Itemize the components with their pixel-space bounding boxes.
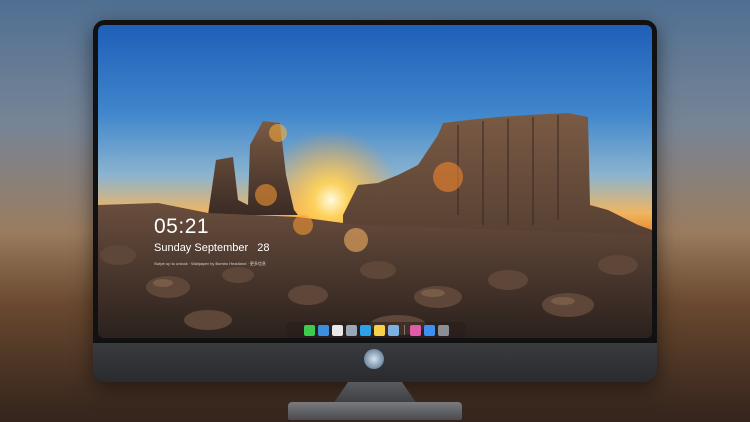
safari-icon[interactable] <box>331 324 343 336</box>
camera-icon[interactable] <box>437 324 449 336</box>
itunes-icon[interactable] <box>409 324 421 336</box>
monitor: 05:21 Sunday September 28 Swipe up to un… <box>93 20 657 382</box>
lock-screen-date: Sunday September 28 <box>154 242 275 254</box>
wallpaper-sunset-rocks <box>98 113 652 338</box>
notes-icon[interactable] <box>373 324 385 336</box>
messages-icon[interactable] <box>303 324 315 336</box>
lock-screen-time: 05:21 <box>154 215 210 238</box>
logo-icon <box>364 349 384 369</box>
dock <box>286 322 466 338</box>
app-store-icon[interactable] <box>423 324 435 336</box>
lock-screen-day: 28 <box>257 242 270 254</box>
dock-separator <box>403 325 405 335</box>
lock-screen-weekday: Sunday September <box>154 242 249 254</box>
monitor-base <box>288 402 462 420</box>
finder-icon[interactable] <box>317 324 329 336</box>
clips-icon[interactable] <box>359 324 371 336</box>
screen: 05:21 Sunday September 28 Swipe up to un… <box>98 25 652 338</box>
photos-icon[interactable] <box>387 324 399 336</box>
launchpad-icon[interactable] <box>345 324 357 336</box>
lock-screen-hint: Swipe up to unlock · Wallpaper by Bombo … <box>154 261 266 266</box>
